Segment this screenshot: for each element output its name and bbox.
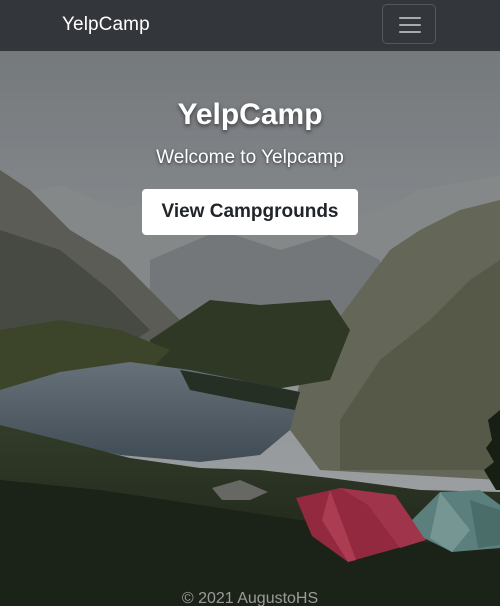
navbar-toggler-button[interactable]	[382, 4, 436, 44]
navbar-brand[interactable]: YelpCamp	[62, 14, 150, 36]
hero-title: YelpCamp	[177, 98, 323, 131]
hero-subtitle: Welcome to Yelpcamp	[156, 147, 344, 168]
hero-dark-overlay	[0, 0, 500, 606]
view-campgrounds-button[interactable]: View Campgrounds	[142, 189, 358, 235]
footer-copyright: © 2021 AugustoHS	[181, 590, 319, 606]
landing-page: YelpCamp YelpCamp Welcome to Yelpcamp Vi…	[0, 0, 500, 606]
top-navbar: YelpCamp	[0, 0, 500, 51]
